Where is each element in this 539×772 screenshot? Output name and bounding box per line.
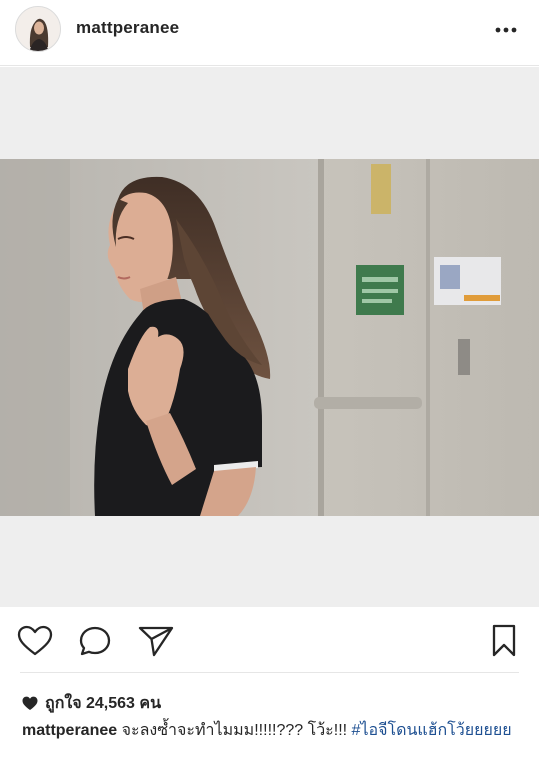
bookmark-icon[interactable] [490,624,518,663]
likes-count[interactable]: ถูกใจ 24,563 คน [22,691,161,716]
avatar[interactable] [15,6,61,52]
caption-hashtag[interactable]: #ไอจีโดนแฮ้กโว้ยยยยย [352,722,512,739]
heart-outline-icon[interactable] [17,625,53,662]
post-header: mattperanee [0,0,539,66]
post-username[interactable]: mattperanee [76,18,179,38]
post-caption: mattperanee จะลงซ้ำจะทำไมมม!!!!!??? โว้ะ… [22,719,522,743]
post-photo [0,159,539,516]
comment-bubble-icon[interactable] [78,625,112,662]
caption-username[interactable]: mattperanee [22,722,117,739]
avatar-image [16,7,60,51]
actions-divider [20,672,519,673]
more-dots-icon[interactable] [495,22,517,33]
paper-plane-icon[interactable] [138,625,174,662]
post-actions [0,607,539,673]
caption-text: จะลงซ้ำจะทำไมมม!!!!!??? โว้ะ!!! [121,722,352,739]
post-media[interactable] [0,67,539,607]
likes-label: ถูกใจ 24,563 คน [45,695,162,712]
heart-filled-icon [22,696,38,710]
